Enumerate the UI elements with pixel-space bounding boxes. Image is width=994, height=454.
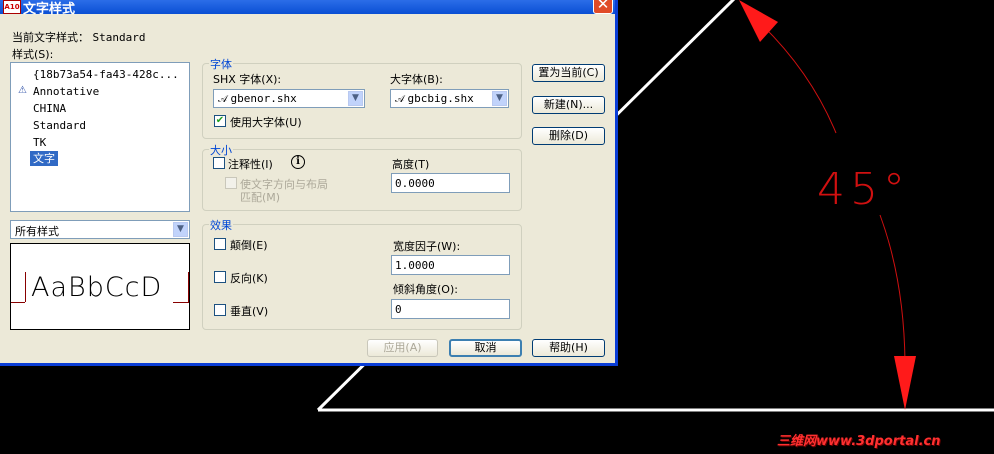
upside-down-checkbox[interactable] xyxy=(214,238,226,250)
preview-text: AaBbCcD xyxy=(31,272,163,303)
bigfont-label: 大字体(B): xyxy=(390,73,443,86)
vertical-label: 垂直(V) xyxy=(230,305,269,318)
help-button[interactable]: 帮助(H) xyxy=(532,339,605,357)
backwards-checkbox[interactable] xyxy=(214,271,226,283)
oblique-angle-input[interactable]: 0 xyxy=(391,299,510,319)
style-item-wenzi[interactable]: 文字 xyxy=(30,151,58,166)
dialog-title: 文字样式 xyxy=(23,2,76,17)
cancel-button[interactable]: 取消 xyxy=(449,339,522,357)
chevron-down-icon[interactable]: ▼ xyxy=(492,91,507,106)
angle-arc-upper xyxy=(756,19,837,134)
autocad-app-icon: A10 xyxy=(3,0,21,14)
delete-style-button[interactable]: 删除(D) xyxy=(532,127,605,145)
preview-tick-left xyxy=(25,272,26,302)
style-item-annotative[interactable]: Annotative xyxy=(33,84,99,99)
text-style-dialog: A10 文字样式 ✕ 当前文字样式： Standard 样式(S): {18b7… xyxy=(0,0,618,366)
angle-dimension-text: 45° xyxy=(817,164,910,215)
annotative-icon: ⚠ xyxy=(18,85,27,96)
preview-baseline-right xyxy=(173,302,189,303)
new-style-button[interactable]: 新建(N)... xyxy=(532,96,605,114)
shx-font-icon: 𝒜 xyxy=(218,94,228,105)
style-item-guid[interactable]: {18b73a54-fa43-428c... xyxy=(33,67,179,82)
style-preview: AaBbCcD xyxy=(10,243,190,330)
use-bigfont-checkbox[interactable]: ✔ xyxy=(214,115,226,127)
bigfont-dropdown[interactable]: 𝒜gbcbig.shx ▼ xyxy=(390,89,509,108)
annotative-checkbox[interactable] xyxy=(213,157,225,169)
match-layout-checkbox[interactable] xyxy=(225,177,237,189)
height-value: 0.0000 xyxy=(395,177,435,190)
style-filter-value: 所有样式 xyxy=(15,225,59,238)
set-current-button[interactable]: 置为当前(C) xyxy=(532,64,605,82)
shx-font-icon: 𝒜 xyxy=(395,94,405,105)
chevron-down-icon[interactable]: ▼ xyxy=(173,222,188,237)
close-button[interactable]: ✕ xyxy=(593,0,613,14)
style-item-standard[interactable]: Standard xyxy=(33,118,86,133)
width-factor-value: 1.0000 xyxy=(395,259,435,272)
current-style-value: Standard xyxy=(92,31,146,44)
styles-label: 样式(S): xyxy=(12,48,54,61)
upside-down-label: 颠倒(E) xyxy=(230,239,268,252)
info-icon[interactable]: i xyxy=(291,155,305,169)
apply-button[interactable]: 应用(A) xyxy=(367,339,438,357)
oblique-angle-label: 倾斜角度(O): xyxy=(393,283,458,296)
current-style-label: 当前文字样式： Standard xyxy=(12,31,146,44)
angle-arrow-lower xyxy=(894,356,916,410)
shx-font-value: gbenor.shx xyxy=(230,92,297,105)
height-input[interactable]: 0.0000 xyxy=(391,173,510,193)
shx-font-dropdown[interactable]: 𝒜gbenor.shx ▼ xyxy=(213,89,365,108)
font-group-title: 字体 xyxy=(209,56,233,72)
chevron-down-icon[interactable]: ▼ xyxy=(348,91,363,106)
style-filter-dropdown[interactable]: 所有样式 ▼ xyxy=(10,220,190,239)
width-factor-input[interactable]: 1.0000 xyxy=(391,255,510,275)
shx-font-label: SHX 字体(X): xyxy=(213,73,282,86)
styles-list[interactable]: {18b73a54-fa43-428c... ⚠ Annotative CHIN… xyxy=(10,62,190,212)
use-bigfont-label: 使用大字体(U) xyxy=(230,116,302,129)
oblique-angle-value: 0 xyxy=(395,303,402,316)
style-item-tk[interactable]: TK xyxy=(33,135,46,150)
match-layout-label-2: 匹配(M) xyxy=(240,191,281,204)
annotative-label: 注释性(I) xyxy=(228,158,273,171)
bigfont-value: gbcbig.shx xyxy=(407,92,474,105)
preview-baseline-left xyxy=(11,302,25,303)
height-label: 高度(T) xyxy=(392,158,430,171)
watermark-text: 三维网www.3dportal.cn xyxy=(777,434,941,449)
style-item-china[interactable]: CHINA xyxy=(33,101,66,116)
title-bar[interactable]: A10 文字样式 ✕ xyxy=(0,0,615,17)
vertical-checkbox[interactable] xyxy=(214,304,226,316)
backwards-label: 反向(K) xyxy=(230,272,268,285)
angle-arc-lower xyxy=(879,214,906,363)
preview-tick-right xyxy=(188,272,189,302)
effects-group-title: 效果 xyxy=(209,217,233,233)
width-factor-label: 宽度因子(W): xyxy=(393,240,461,253)
